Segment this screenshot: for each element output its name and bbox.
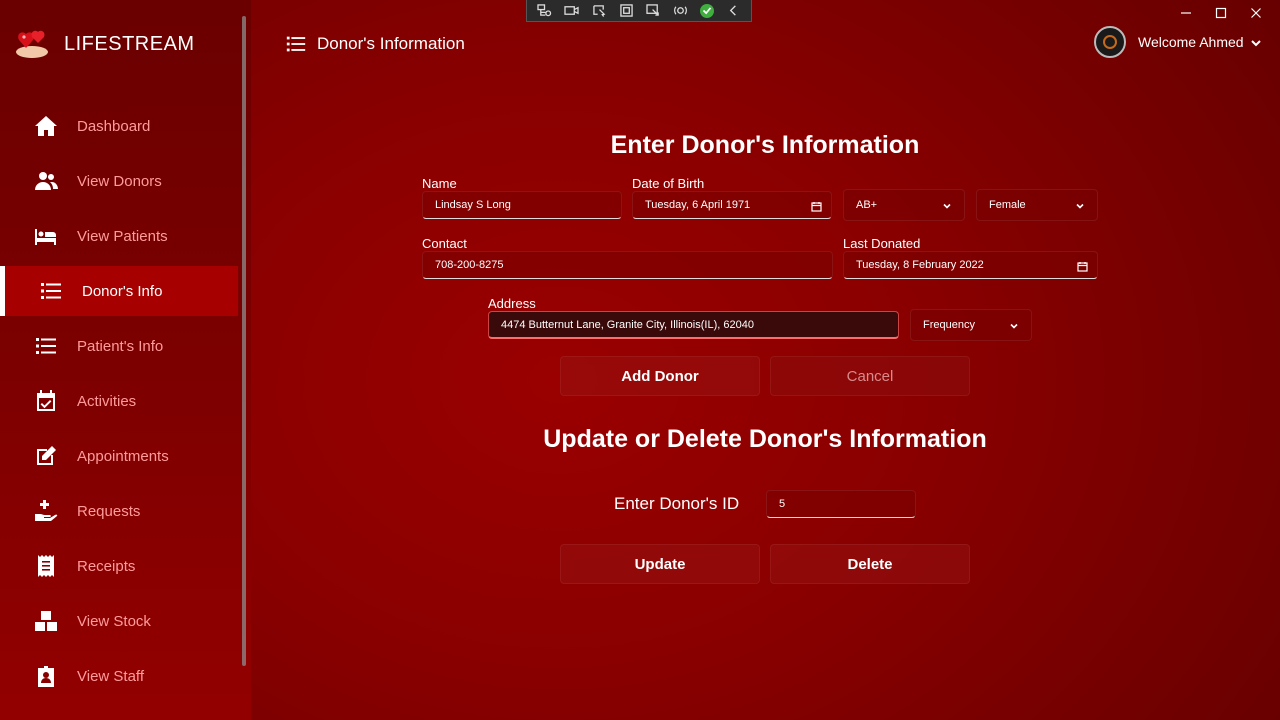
frequency-value: Frequency — [923, 319, 975, 331]
gender-value: Female — [989, 199, 1026, 211]
sidebar-scrollbar[interactable] — [242, 16, 246, 666]
add-donor-button[interactable]: Add Donor — [560, 356, 760, 396]
list-icon — [34, 334, 58, 358]
user-menu[interactable]: Welcome Ahmed — [1094, 26, 1262, 58]
chevron-down-icon — [942, 201, 952, 211]
blood-group-value: AB+ — [856, 199, 878, 211]
sidebar-item-view-stock[interactable]: View Stock — [0, 596, 238, 646]
sidebar-item-label: Appointments — [77, 447, 169, 465]
last-donated-label: Last Donated — [843, 236, 921, 251]
sidebar-item-view-donors[interactable]: View Donors — [0, 156, 238, 206]
cancel-button[interactable]: Cancel — [770, 356, 970, 396]
brand-name: LIFESTREAM — [64, 32, 195, 55]
sidebar-item-label: Donor's Info — [82, 282, 163, 300]
receipt-icon — [34, 554, 58, 578]
home-icon — [34, 114, 58, 138]
maximize-button[interactable] — [1211, 4, 1231, 22]
brand: LIFESTREAM — [14, 28, 195, 60]
dob-value: Tuesday, 6 April 1971 — [645, 199, 751, 211]
sidebar-item-dashboard[interactable]: Dashboard — [0, 101, 238, 151]
sidebar-item-label: Receipts — [77, 557, 136, 575]
calendar-icon[interactable] — [811, 201, 822, 212]
badge-icon — [34, 664, 58, 688]
update-button[interactable]: Update — [560, 544, 760, 584]
frequency-select[interactable]: Frequency — [910, 309, 1032, 341]
hot-reload-icon[interactable] — [673, 4, 689, 18]
sidebar-item-label: View Stock — [77, 612, 151, 630]
gender-select[interactable]: Female — [976, 189, 1098, 221]
calendar-check-icon — [34, 389, 58, 413]
live-tree-icon[interactable] — [537, 4, 553, 18]
check-icon[interactable] — [700, 3, 715, 18]
welcome-text: Welcome Ahmed — [1138, 34, 1244, 50]
sidebar: LIFESTREAM Dashboard View Donors View Pa… — [0, 0, 251, 720]
debug-toolbar — [526, 0, 752, 22]
chevron-down-icon[interactable] — [1250, 36, 1262, 48]
contact-label: Contact — [422, 236, 467, 251]
display-layout-icon[interactable] — [618, 4, 634, 18]
edit-icon — [34, 444, 58, 468]
bed-icon — [34, 224, 58, 248]
track-focus-icon[interactable] — [646, 4, 662, 18]
dob-date-picker[interactable]: Tuesday, 6 April 1971 — [632, 191, 832, 219]
app-window: LIFESTREAM Dashboard View Donors View Pa… — [0, 0, 1280, 720]
update-heading: Update or Delete Donor's Information — [543, 425, 987, 453]
boxes-icon — [34, 609, 58, 633]
page-title: Donor's Information — [317, 34, 465, 53]
address-label: Address — [488, 296, 536, 311]
collapse-toolbar-icon[interactable] — [725, 4, 741, 18]
sidebar-item-label: View Patients — [77, 227, 168, 245]
sidebar-item-label: Activities — [77, 392, 137, 410]
close-button[interactable] — [1246, 4, 1266, 22]
delete-button[interactable]: Delete — [770, 544, 970, 584]
last-donated-value: Tuesday, 8 February 2022 — [856, 259, 984, 271]
hand-plus-icon — [34, 499, 58, 523]
chevron-down-icon — [1009, 321, 1019, 331]
dob-label: Date of Birth — [632, 176, 705, 191]
calendar-icon[interactable] — [1077, 261, 1088, 272]
sidebar-item-label: Patient's Info — [77, 337, 164, 355]
list-icon — [286, 36, 306, 52]
list-icon — [39, 279, 63, 303]
lifestream-logo-icon — [16, 30, 48, 58]
sidebar-item-donors-info[interactable]: Donor's Info — [0, 266, 238, 316]
sidebar-item-label: View Donors — [77, 172, 162, 190]
video-icon[interactable] — [564, 4, 580, 18]
select-element-icon[interactable] — [591, 4, 607, 18]
contact-field[interactable]: 708-200-8275 — [422, 251, 833, 279]
sidebar-item-view-staff[interactable]: View Staff — [0, 651, 238, 701]
sidebar-item-label: Dashboard — [77, 117, 151, 135]
sidebar-item-view-patients[interactable]: View Patients — [0, 211, 238, 261]
sidebar-item-patients-info[interactable]: Patient's Info — [0, 321, 238, 371]
sidebar-item-label: Requests — [77, 502, 141, 520]
name-field[interactable]: Lindsay S Long — [422, 191, 622, 219]
sidebar-item-label: View Staff — [77, 667, 144, 685]
form-heading: Enter Donor's Information — [610, 131, 920, 159]
sidebar-item-activities[interactable]: Activities — [0, 376, 238, 426]
last-donated-date-picker[interactable]: Tuesday, 8 February 2022 — [843, 251, 1098, 279]
sidebar-item-requests[interactable]: Requests — [0, 486, 238, 536]
page-header: Donor's Information — [285, 32, 465, 56]
users-icon — [34, 169, 58, 193]
donor-id-field[interactable]: 5 — [766, 490, 916, 518]
sidebar-item-receipts[interactable]: Receipts — [0, 541, 238, 591]
address-field[interactable]: 4474 Butternut Lane, Granite City, Illin… — [488, 311, 899, 339]
avatar[interactable] — [1094, 26, 1126, 58]
chevron-down-icon — [1075, 201, 1085, 211]
minimize-button[interactable] — [1176, 4, 1196, 22]
name-label: Name — [422, 176, 457, 191]
sidebar-item-appointments[interactable]: Appointments — [0, 431, 238, 481]
donor-id-label: Enter Donor's ID — [614, 494, 740, 513]
blood-group-select[interactable]: AB+ — [843, 189, 965, 221]
